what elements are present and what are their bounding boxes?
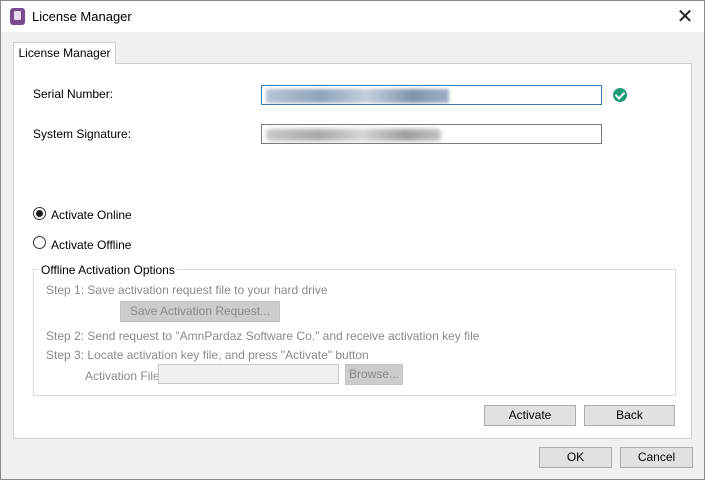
system-signature-value-redacted: [266, 128, 441, 141]
step2-text: Step 2: Send request to "AmnPardaz Softw…: [46, 329, 480, 343]
activate-offline-label[interactable]: Activate Offline: [51, 238, 131, 252]
cancel-button[interactable]: Cancel: [620, 447, 693, 468]
app-icon: [10, 8, 25, 25]
activate-button[interactable]: Activate: [484, 405, 576, 426]
activate-offline-radio[interactable]: [33, 236, 46, 249]
system-signature-label: System Signature:: [33, 127, 132, 141]
step3-text: Step 3: Locate activation key file, and …: [46, 348, 369, 362]
browse-button[interactable]: Browse...: [345, 364, 403, 385]
save-activation-request-button[interactable]: Save Activation Request...: [120, 301, 280, 322]
close-icon[interactable]: ✕: [674, 5, 696, 27]
ok-button[interactable]: OK: [539, 447, 612, 468]
tab-license-manager[interactable]: License Manager: [13, 42, 116, 64]
system-signature-field[interactable]: [261, 124, 602, 144]
check-circle-icon: [613, 88, 627, 102]
serial-number-field[interactable]: [261, 85, 602, 105]
title-bar: License Manager ✕: [1, 1, 704, 32]
serial-number-label: Serial Number:: [33, 87, 114, 101]
window-title: License Manager: [32, 9, 132, 24]
activate-online-label[interactable]: Activate Online: [51, 208, 132, 222]
activation-file-input[interactable]: [158, 364, 339, 384]
activate-online-radio[interactable]: [33, 207, 46, 220]
license-manager-window: License Manager ✕ License Manager Serial…: [0, 0, 705, 480]
serial-number-value-redacted: [266, 88, 449, 103]
step1-text: Step 1: Save activation request file to …: [46, 283, 328, 297]
offline-activation-title: Offline Activation Options: [39, 263, 177, 277]
back-button[interactable]: Back: [584, 405, 675, 426]
activation-file-label: Activation File:: [85, 369, 164, 383]
